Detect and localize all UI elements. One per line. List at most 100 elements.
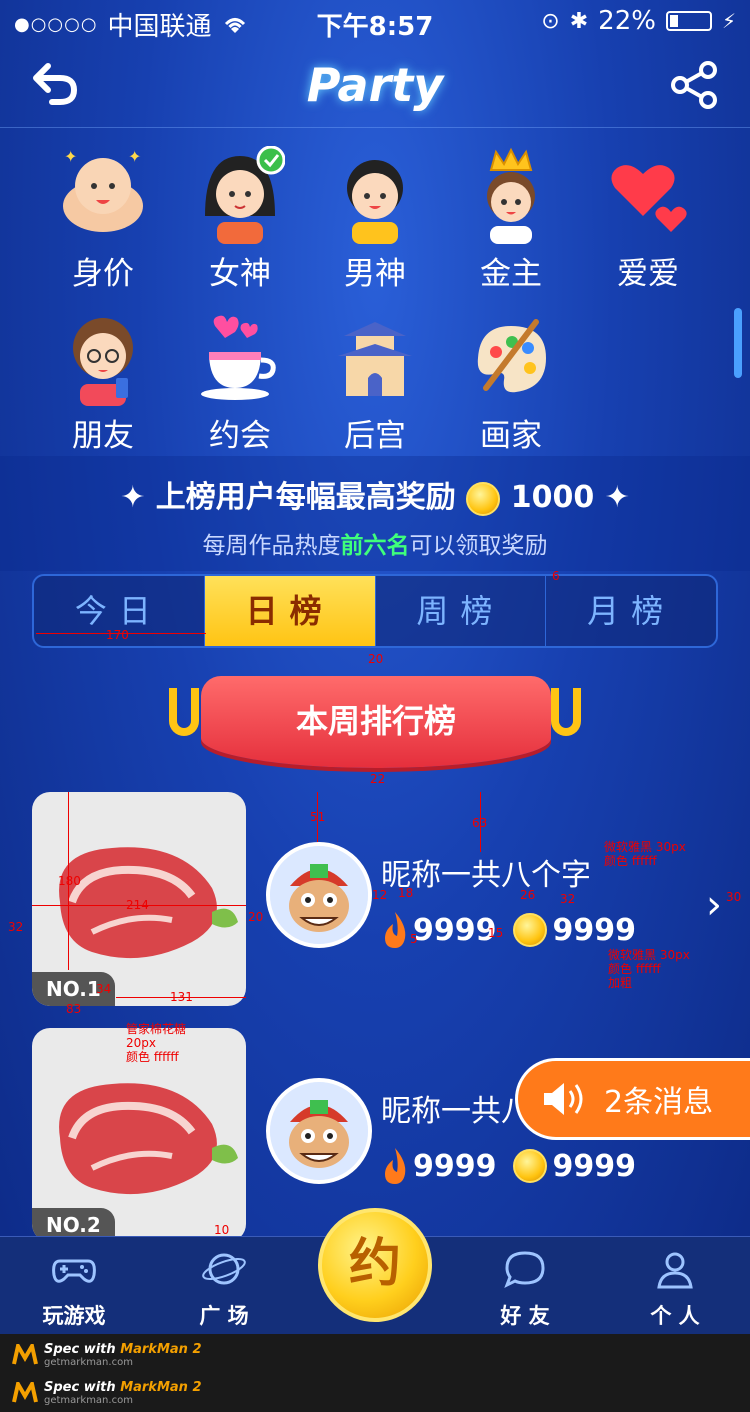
spec-note-font: 管家棉花糖	[126, 1022, 187, 1036]
spec-label: 20	[248, 910, 264, 924]
category-label: 身价	[72, 256, 134, 292]
boy-icon	[330, 146, 420, 246]
coin-value: 9999	[552, 1148, 637, 1184]
spec-note: 微软雅黑 30px 颜色 ffffff 加粗	[608, 948, 690, 990]
spec-note-font: 微软雅黑 30px	[604, 840, 686, 854]
category-shenjia[interactable]: ✦ ✦ 身价	[38, 138, 168, 292]
tab-play-games[interactable]: 玩游戏	[14, 1249, 134, 1330]
planet-icon	[202, 1253, 246, 1285]
spec-note-color: 颜色 ffffff	[126, 1050, 179, 1064]
speaker-icon	[544, 1083, 583, 1115]
ribbon-banner: 本周排行榜	[201, 676, 551, 768]
category-label: 爱爱	[617, 256, 679, 292]
reward-subtitle: 每周作品热度前六名可以领取奖励	[0, 526, 750, 560]
category-grid: ✦ ✦ 身价 女神 男神 金主 爱爱 朋友 约会 后宫 画家	[0, 130, 750, 455]
tab-label: 好 友	[500, 1304, 550, 1328]
category-nvshen[interactable]: 女神	[175, 138, 305, 292]
monkey-avatar-image	[270, 846, 368, 944]
message-toast[interactable]: 2条消息	[515, 1058, 750, 1140]
spec-note: 微软雅黑 30px 颜色 ffffff	[604, 840, 686, 868]
tab-friends[interactable]: 好 友	[465, 1249, 585, 1330]
palace-icon	[330, 308, 420, 408]
brand-text: MarkMan 2	[120, 1380, 202, 1395]
reward-subtitle-highlight: 前六名	[340, 533, 410, 559]
markman-logo-icon	[12, 1344, 38, 1365]
spec-label: 6	[552, 569, 560, 583]
category-hougong[interactable]: 后宫	[310, 300, 440, 454]
stats: 9999 9999	[381, 1146, 636, 1186]
spec-label: 83	[66, 1002, 82, 1016]
spec-label: 63	[472, 816, 488, 830]
reward-title: ✦ 上榜用户每幅最高奖励 1000 ✦	[0, 472, 750, 516]
cup-icon	[195, 308, 285, 408]
spec-label: 22	[370, 772, 386, 786]
chevron-right-icon[interactable]: ›	[706, 882, 722, 928]
tab-me[interactable]: 个 人	[615, 1249, 735, 1330]
ribbon-hook-left	[169, 688, 199, 736]
category-aiai[interactable]: 爱爱	[583, 138, 713, 292]
rotation-lock-icon: ⊙	[541, 8, 560, 34]
svg-text:✦: ✦	[128, 147, 141, 166]
spec-note: 管家棉花糖 20px 颜色 ffffff	[126, 1022, 186, 1064]
category-yuehui[interactable]: 约会	[175, 300, 305, 454]
spec-text: Spec with	[44, 1380, 116, 1395]
scroll-indicator[interactable]	[734, 308, 742, 378]
reward-banner: ✦ 上榜用户每幅最高奖励 1000 ✦ 每周作品热度前六名可以领取奖励	[0, 456, 750, 571]
share-icon[interactable]	[670, 60, 720, 110]
category-huajia[interactable]: 画家	[446, 300, 576, 454]
tab-label: 个 人	[650, 1304, 700, 1328]
markman-badge: Spec with MarkMan 2 getmarkman.com	[12, 1340, 202, 1370]
crown-boy-icon	[466, 146, 556, 246]
ribbon-hook-right	[551, 688, 581, 736]
spec-label: 170	[106, 628, 129, 642]
spec-label: 10	[214, 1223, 230, 1237]
markman-spec-text: Spec with MarkMan 2	[44, 1342, 202, 1357]
markman-badge: Spec with MarkMan 2 getmarkman.com	[12, 1378, 202, 1408]
category-label: 男神	[344, 256, 406, 292]
tab-daily[interactable]: 日榜	[204, 576, 376, 646]
fire-icon	[385, 912, 406, 948]
spec-note-weight: 加粗	[608, 976, 633, 990]
markman-url: getmarkman.com	[44, 1357, 133, 1368]
category-pengyou[interactable]: 朋友	[38, 300, 168, 454]
charging-icon: ⚡	[721, 9, 736, 33]
chat-icon	[504, 1251, 545, 1289]
palette-icon	[466, 308, 556, 408]
gamepad-icon	[52, 1259, 96, 1283]
hearts-icon	[603, 146, 693, 246]
reward-amount: 1000	[510, 480, 595, 515]
markman-footer: Spec with MarkMan 2 getmarkman.com Spec …	[0, 1334, 750, 1412]
spec-note-color: 颜色 ffffff	[604, 854, 657, 868]
category-label: 女神	[209, 256, 271, 292]
spec-label: 180	[58, 874, 81, 888]
category-nanshen[interactable]: 男神	[310, 138, 440, 292]
nickname: 昵称一共八	[381, 1094, 531, 1129]
category-jinzhu[interactable]: 金主	[446, 138, 576, 292]
friend-icon	[58, 308, 148, 408]
spec-note-color: 颜色 ffffff	[608, 962, 661, 976]
spec-label: 131	[170, 990, 193, 1004]
fire-icon	[385, 1148, 406, 1184]
spec-label: 5	[410, 932, 418, 946]
status-bar: ●○○○○ 中国联通 下午8:57 ⊙ ✱ 22% ⚡	[0, 0, 750, 42]
spec-label: 32	[560, 892, 576, 906]
spec-label: 34	[96, 982, 112, 996]
spec-label: 26	[520, 888, 536, 902]
tab-monthly[interactable]: 月榜	[546, 576, 716, 646]
date-center-button[interactable]: 约	[318, 1208, 432, 1322]
spec-label: 18	[398, 886, 414, 900]
tab-label: 广 场	[199, 1304, 249, 1328]
tab-plaza[interactable]: 广 场	[164, 1249, 284, 1330]
battery-icon	[665, 11, 712, 31]
avatar[interactable]	[266, 842, 372, 948]
spec-text: Spec with	[44, 1342, 116, 1357]
tab-weekly[interactable]: 周榜	[376, 576, 547, 646]
coin-icon	[512, 1149, 547, 1183]
spec-label: 20	[368, 652, 384, 666]
spec-label: 12	[372, 888, 388, 902]
star-icon: ✦	[604, 480, 630, 515]
person-icon	[657, 1252, 693, 1289]
toast-label: 2条消息	[604, 1085, 714, 1120]
markman-logo-icon	[12, 1382, 38, 1403]
avatar[interactable]	[266, 1078, 372, 1184]
